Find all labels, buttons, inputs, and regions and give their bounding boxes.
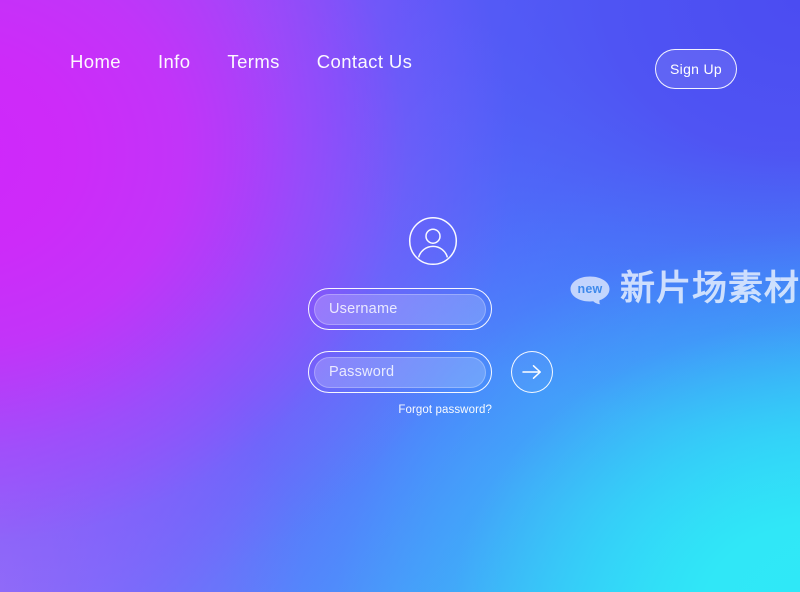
password-input-inner <box>314 356 486 388</box>
user-avatar-icon <box>408 216 458 266</box>
sign-up-button[interactable]: Sign Up <box>655 49 737 89</box>
password-field-row <box>308 351 558 393</box>
nav-links: Home Info Terms Contact Us <box>70 52 413 72</box>
nav-link-terms[interactable]: Terms <box>227 52 279 72</box>
forgot-password-row: Forgot password? <box>308 400 492 418</box>
sign-up-button-label: Sign Up <box>670 61 722 77</box>
username-input[interactable] <box>315 301 485 317</box>
username-input-wrapper[interactable] <box>308 288 492 330</box>
forgot-password-link[interactable]: Forgot password? <box>398 404 492 416</box>
username-field-row <box>308 288 558 330</box>
nav-link-home[interactable]: Home <box>70 52 121 72</box>
login-form: Forgot password? <box>308 216 558 418</box>
password-input[interactable] <box>315 364 485 380</box>
password-input-wrapper[interactable] <box>308 351 492 393</box>
username-input-inner <box>314 293 486 325</box>
submit-login-button[interactable] <box>511 351 553 393</box>
nav-link-info[interactable]: Info <box>158 52 190 72</box>
arrow-right-icon <box>522 365 541 379</box>
nav-link-contact-us[interactable]: Contact Us <box>317 52 413 72</box>
